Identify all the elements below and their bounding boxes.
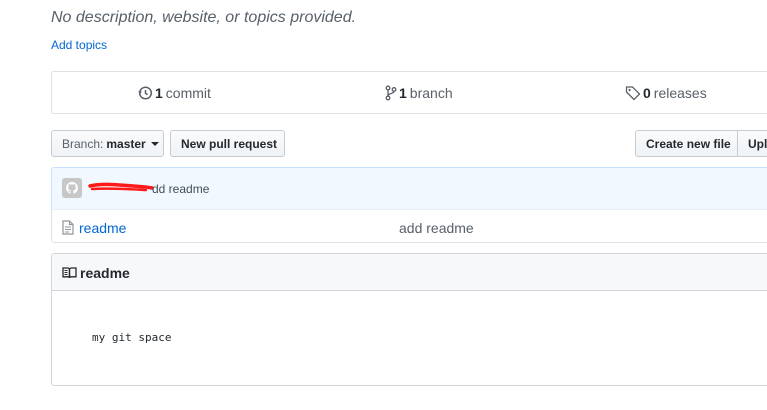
redacted-author-name [88, 182, 154, 192]
commits-count-link[interactable]: 1 commit [137, 72, 211, 113]
avatar[interactable] [62, 178, 82, 198]
releases-label: releases [653, 84, 707, 101]
new-pull-request-button[interactable]: New pull request [170, 130, 285, 157]
readme-title: readme [80, 265, 130, 281]
commits-count: 1 [155, 84, 163, 101]
releases-count-link[interactable]: 0 releases [625, 72, 707, 113]
add-topics-link[interactable]: Add topics [51, 38, 107, 52]
file-icon [62, 220, 74, 240]
upload-files-button[interactable]: Upl [737, 130, 767, 157]
branch-select-button[interactable]: Branch: master [51, 130, 164, 157]
releases-count: 0 [643, 84, 651, 101]
caret-down-icon [150, 141, 159, 146]
latest-commit-message[interactable]: dd readme [152, 182, 209, 196]
commits-label: commit [165, 84, 211, 101]
history-icon [137, 85, 153, 101]
book-icon [62, 266, 77, 284]
branch-prefix: Branch: [62, 136, 104, 151]
branch-value: master [106, 136, 146, 151]
branches-count-link[interactable]: 1 branch [385, 72, 453, 113]
branches-label: branch [409, 84, 453, 101]
create-new-file-button[interactable]: Create new file [635, 130, 738, 157]
readme-header: readme [52, 254, 767, 291]
list-item: readme add readme [51, 209, 767, 243]
git-branch-icon [385, 85, 397, 101]
readme-panel: readme my git space [51, 253, 767, 386]
branches-count: 1 [399, 84, 407, 101]
repo-numbers-summary: 1 commit 1 branch 0 releases [51, 71, 767, 114]
repo-description: No description, website, or topics provi… [51, 9, 357, 26]
file-commit-message-link[interactable]: add readme [399, 220, 474, 236]
tag-icon [625, 85, 641, 101]
latest-commit-bar: dd readme [51, 167, 767, 210]
file-name-link[interactable]: readme [79, 220, 126, 236]
github-avatar-icon [65, 181, 79, 194]
readme-content: my git space [92, 331, 172, 344]
